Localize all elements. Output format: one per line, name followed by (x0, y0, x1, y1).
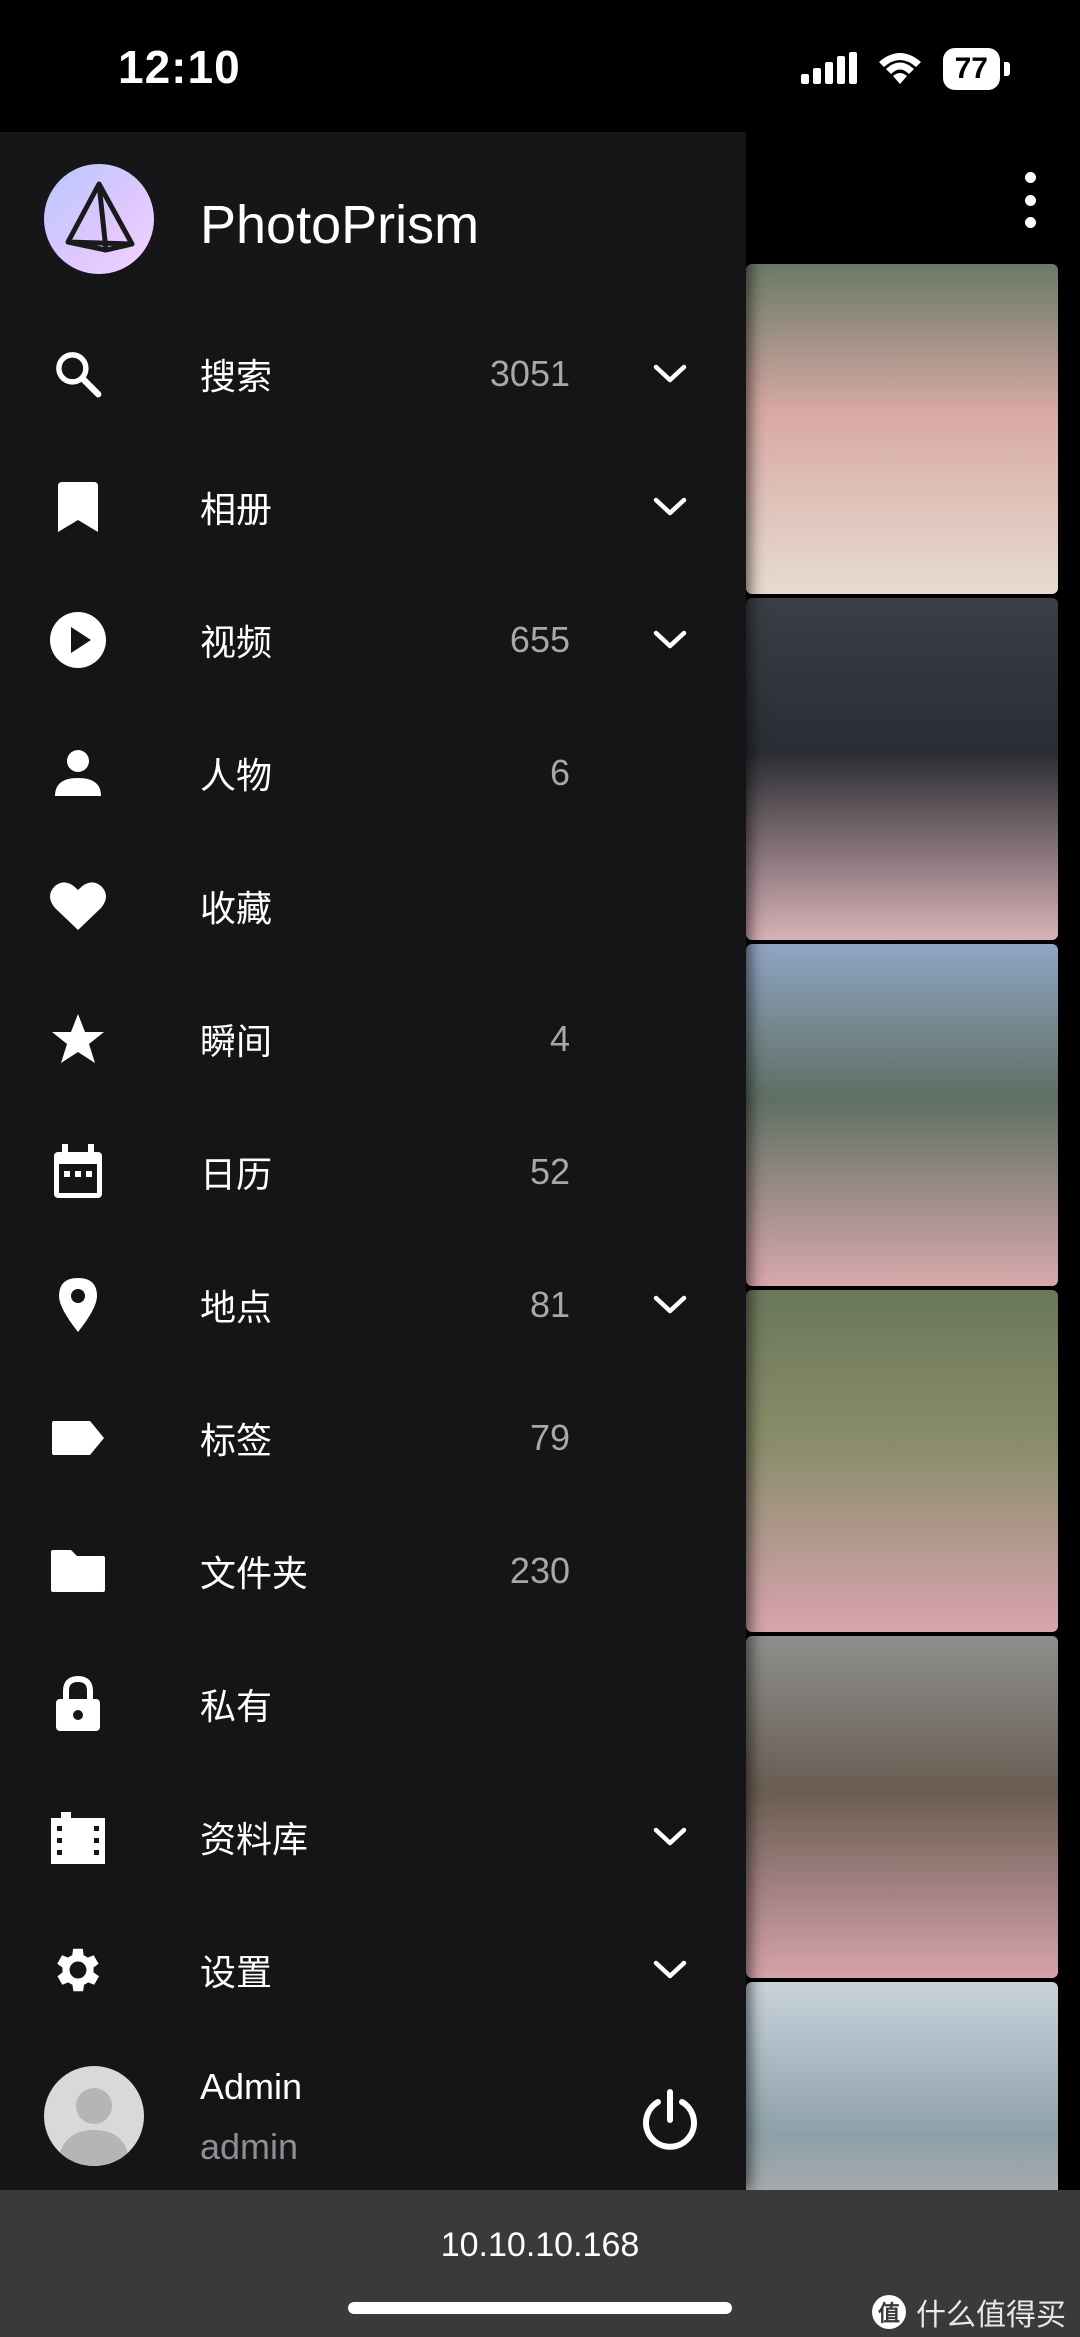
user-account[interactable]: Admin admin (0, 2042, 746, 2190)
star-icon (48, 1009, 108, 1069)
wifi-icon (878, 53, 921, 84)
nav-label: 标签 (200, 1419, 273, 1461)
photo-thumbnail[interactable] (746, 1290, 1058, 1632)
nav-item-private[interactable]: 私有 (0, 1637, 746, 1770)
nav-count: 4 (549, 1017, 570, 1059)
chevron-down-icon[interactable] (648, 1948, 692, 1992)
watermark-text: 什么值得买 (916, 2299, 1066, 2332)
nav-label: 人物 (200, 754, 273, 796)
user-login-name: admin (200, 2126, 299, 2167)
nav-item-settings[interactable]: 设置 (0, 1903, 746, 2036)
heart-icon (48, 876, 108, 936)
person-icon (48, 743, 108, 803)
photo-thumbnail[interactable] (746, 944, 1058, 1286)
nav-item-moments[interactable]: 瞬间 4 (0, 972, 746, 1105)
nav-item-labels[interactable]: 标签 79 (0, 1371, 746, 1504)
nav-count: 655 (509, 618, 570, 660)
nav-label: 视频 (200, 621, 273, 663)
nav-count: 6 (549, 751, 570, 793)
nav-item-albums[interactable]: 相册 (0, 440, 746, 573)
film-library-icon (48, 1807, 108, 1867)
home-indicator[interactable] (348, 2302, 732, 2314)
nav-label: 日历 (200, 1153, 273, 1195)
nav-label: 私有 (200, 1685, 273, 1727)
nav-count: 52 (529, 1150, 570, 1192)
gear-icon (48, 1940, 108, 2000)
user-display-name: Admin (200, 2066, 303, 2107)
chevron-down-icon[interactable] (648, 1283, 692, 1327)
power-logout-icon[interactable] (638, 2088, 702, 2152)
nav-item-videos[interactable]: 视频 655 (0, 573, 746, 706)
battery-level: 77 (942, 48, 1000, 90)
nav-label: 文件夹 (200, 1552, 309, 1594)
calendar-icon (48, 1142, 108, 1202)
photoprism-logo[interactable] (44, 164, 154, 274)
nav-label: 设置 (200, 1951, 273, 1993)
nav-count: 230 (509, 1549, 570, 1591)
url-address[interactable]: 10.10.10.168 (0, 2226, 1080, 2265)
browser-bottom-bar: 10.10.10.168 值 什么值得买 (0, 2190, 1080, 2337)
nav-item-library[interactable]: 资料库 (0, 1770, 746, 1903)
nav-count: 3051 (489, 352, 570, 394)
place-pin-icon (48, 1275, 108, 1335)
nav-count: 79 (529, 1416, 570, 1458)
signal-icon (800, 52, 857, 84)
nav-item-folders[interactable]: 文件夹 230 (0, 1504, 746, 1637)
chevron-down-icon[interactable] (648, 352, 692, 396)
nav-item-places[interactable]: 地点 81 (0, 1238, 746, 1371)
nav-item-people[interactable]: 人物 6 (0, 706, 746, 839)
search-icon (48, 344, 108, 404)
nav-label: 瞬间 (200, 1020, 273, 1062)
photo-thumbnail[interactable] (746, 1636, 1058, 1978)
avatar[interactable] (44, 2066, 144, 2166)
play-circle-icon (48, 610, 108, 670)
nav-label: 资料库 (200, 1818, 309, 1860)
watermark-logo: 值 (872, 2295, 906, 2329)
nav-label: 收藏 (200, 887, 273, 929)
watermark: 值 什么值得买 (872, 2290, 1066, 2334)
nav-item-calendar[interactable]: 日历 52 (0, 1105, 746, 1238)
battery-icon (1004, 62, 1010, 76)
photo-thumbnail[interactable] (746, 598, 1058, 940)
status-bar: 12:10 77 (0, 0, 1080, 132)
bookmark-icon (48, 477, 108, 537)
chevron-down-icon[interactable] (648, 1815, 692, 1859)
nav-item-search[interactable]: 搜索 3051 (0, 307, 746, 440)
status-icons: 77 (800, 48, 1010, 90)
lock-icon (48, 1674, 108, 1734)
photo-thumbnail[interactable] (746, 264, 1058, 594)
nav-count: 81 (529, 1283, 570, 1325)
drawer-header: PhotoPrism (0, 132, 746, 274)
more-vert-icon[interactable] (1020, 172, 1040, 228)
navigation-drawer: PhotoPrism 搜索 3051 相册 视频 655 人物 6 收藏 瞬间 … (0, 132, 746, 2190)
nav-label: 搜索 (200, 355, 273, 397)
label-tag-icon (48, 1408, 108, 1468)
chevron-down-icon[interactable] (648, 485, 692, 529)
chevron-down-icon[interactable] (648, 618, 692, 662)
nav-item-favorites[interactable]: 收藏 (0, 839, 746, 972)
app-title: PhotoPrism (200, 195, 480, 255)
nav-label: 地点 (200, 1286, 273, 1328)
app-toolbar (746, 132, 1080, 264)
status-time: 12:10 (118, 41, 241, 93)
nav-label: 相册 (200, 488, 273, 530)
folder-icon (48, 1541, 108, 1601)
